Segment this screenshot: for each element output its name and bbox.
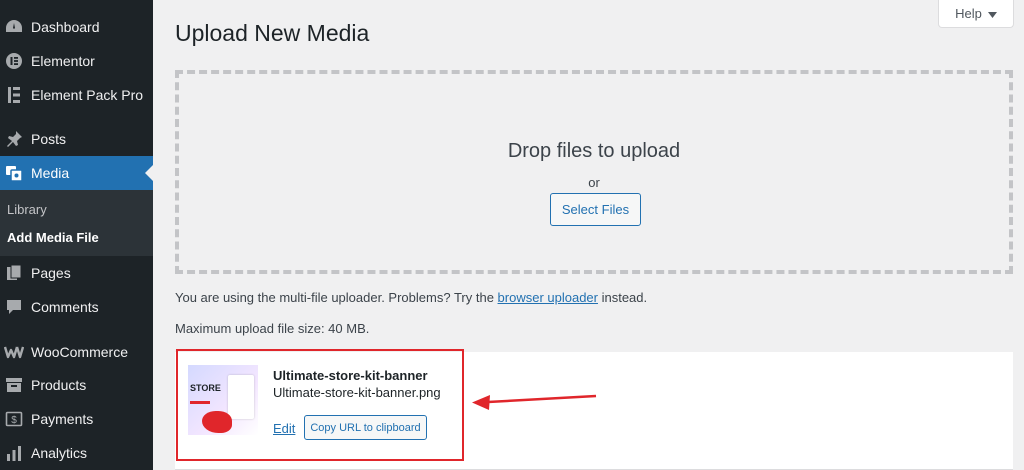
menu-label: Payments bbox=[31, 411, 94, 427]
menu-item-elementor[interactable]: Elementor bbox=[0, 44, 153, 78]
menu-item-pages[interactable]: Pages bbox=[0, 256, 153, 290]
drop-title: Drop files to upload bbox=[507, 140, 681, 162]
uploader-note: You are using the multi-file uploader. P… bbox=[175, 290, 647, 305]
menu-label: WooCommerce bbox=[31, 344, 128, 360]
menu-label: Pages bbox=[31, 265, 71, 281]
menu-item-media[interactable]: Media bbox=[0, 156, 153, 190]
products-icon bbox=[4, 375, 24, 395]
submenu-library[interactable]: Library bbox=[7, 202, 47, 217]
select-files-button[interactable]: Select Files bbox=[550, 193, 641, 226]
annotation-arrow-icon bbox=[472, 394, 597, 410]
dashboard-icon bbox=[4, 17, 24, 37]
pages-icon bbox=[4, 263, 24, 283]
menu-item-posts[interactable]: Posts bbox=[0, 122, 153, 156]
pin-icon bbox=[4, 129, 24, 149]
svg-text:$: $ bbox=[11, 415, 17, 426]
menu-item-woocommerce[interactable]: WooCommerce bbox=[0, 335, 153, 369]
caret-down-icon bbox=[987, 6, 997, 21]
max-upload-size: Maximum upload file size: 40 MB. bbox=[175, 321, 370, 336]
menu-label: Analytics bbox=[31, 445, 88, 461]
menu-label: Dashboard bbox=[31, 19, 100, 35]
help-button[interactable]: Help bbox=[938, 0, 1014, 28]
payments-icon: $ bbox=[4, 409, 24, 429]
media-submenu: Library Add Media File bbox=[0, 190, 153, 256]
menu-item-payments[interactable]: $ Payments bbox=[0, 402, 153, 436]
menu-item-comments[interactable]: Comments bbox=[0, 290, 153, 324]
analytics-icon bbox=[4, 443, 24, 463]
menu-item-dashboard[interactable]: Dashboard bbox=[0, 10, 153, 44]
note-text-after: instead. bbox=[597, 290, 648, 305]
browser-uploader-link[interactable]: browser uploader bbox=[498, 290, 598, 305]
element-pack-icon bbox=[4, 85, 24, 105]
menu-label: Products bbox=[31, 377, 87, 393]
submenu-add-media-file[interactable]: Add Media File bbox=[7, 230, 99, 245]
note-text: You are using the multi-file uploader. P… bbox=[175, 290, 498, 305]
menu-label: Comments bbox=[31, 299, 99, 315]
help-label: Help bbox=[955, 6, 982, 21]
highlight-box bbox=[176, 349, 464, 461]
menu-item-analytics[interactable]: Analytics bbox=[0, 436, 153, 470]
drop-or-label: or bbox=[588, 175, 600, 190]
menu-label: Element Pack Pro bbox=[31, 87, 144, 103]
menu-item-element-pack-pro[interactable]: Element Pack Pro bbox=[0, 78, 153, 112]
media-icon bbox=[4, 163, 24, 183]
menu-label: Media bbox=[31, 165, 70, 181]
menu-label: Elementor bbox=[31, 53, 95, 69]
drop-zone[interactable]: Drop files to upload or Select Files bbox=[175, 70, 1013, 274]
menu-item-products[interactable]: Products bbox=[0, 368, 153, 402]
woocommerce-icon bbox=[4, 342, 24, 362]
admin-sidebar: Dashboard Elementor Element Pack Pro Pos… bbox=[0, 0, 153, 470]
comments-icon bbox=[4, 297, 24, 317]
page-title: Upload New Media bbox=[175, 20, 370, 46]
elementor-icon bbox=[4, 51, 24, 71]
menu-label: Posts bbox=[31, 131, 67, 147]
